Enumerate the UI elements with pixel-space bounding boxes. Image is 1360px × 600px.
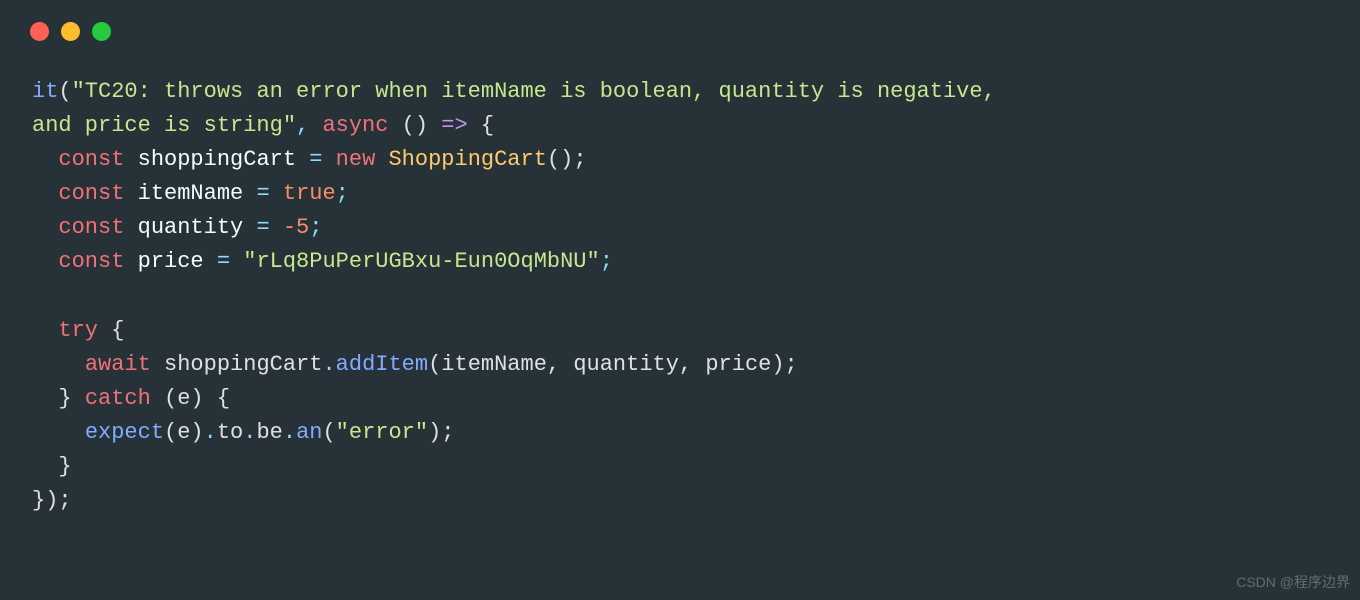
class-shoppingcart: ShoppingCart [388, 147, 546, 172]
var-shoppingcart: shoppingCart [138, 147, 296, 172]
method-additem: addItem [336, 352, 428, 377]
an-close: ); [428, 420, 454, 445]
it-close: }); [32, 488, 72, 513]
val-neg5: -5 [283, 215, 309, 240]
dot2: . [204, 420, 217, 445]
maximize-icon[interactable] [92, 22, 111, 41]
var-itemname: itemName [138, 181, 244, 206]
kw-const-2: const [58, 181, 124, 206]
semi3: ; [309, 215, 322, 240]
ctor-call: (); [547, 147, 587, 172]
str-error: "error" [336, 420, 428, 445]
fn-it: it [32, 79, 58, 104]
kw-const-1: const [58, 147, 124, 172]
kw-try: try [58, 318, 98, 343]
arrow: => [441, 113, 467, 138]
var-price: price [138, 249, 204, 274]
eq2: = [243, 181, 283, 206]
code-content: it("TC20: throws an error when itemName … [8, 45, 1232, 538]
close-icon[interactable] [30, 22, 49, 41]
catch-param: (e) { [164, 386, 230, 411]
expect-arg-open: (e) [164, 420, 204, 445]
dot4: . [283, 420, 296, 445]
brace-open: { [468, 113, 494, 138]
eq3: = [243, 215, 283, 240]
watermark: CSDN @程序边界 [1236, 572, 1350, 594]
val-price-string: "rLq8PuPerUGBxu-Eun0OqMbNU" [243, 249, 599, 274]
fn-expect: expect [85, 420, 164, 445]
arrow-params: () [388, 113, 441, 138]
kw-const-3: const [58, 215, 124, 240]
window-titlebar [8, 8, 1232, 45]
try-close: } [58, 386, 84, 411]
obj-shoppingcart: shoppingCart [164, 352, 322, 377]
eq4: = [204, 249, 244, 274]
dot3: . [243, 420, 256, 445]
comma: , [296, 113, 322, 138]
method-an: an [296, 420, 322, 445]
prop-to: to [217, 420, 243, 445]
kw-catch: catch [85, 386, 151, 411]
test-description-line1: "TC20: throws an error when itemName is … [72, 79, 1009, 104]
kw-async: async [322, 113, 388, 138]
additem-args: (itemName, quantity, price); [428, 352, 798, 377]
semi2: ; [336, 181, 349, 206]
kw-new: new [336, 147, 376, 172]
val-true: true [283, 181, 336, 206]
var-quantity: quantity [138, 215, 244, 240]
minimize-icon[interactable] [61, 22, 80, 41]
dot1: . [322, 352, 335, 377]
code-window: it("TC20: throws an error when itemName … [8, 8, 1232, 538]
paren-open: ( [58, 79, 71, 104]
kw-const-4: const [58, 249, 124, 274]
prop-be: be [256, 420, 282, 445]
catch-close: } [58, 454, 71, 479]
semi4: ; [600, 249, 613, 274]
try-brace: { [111, 318, 124, 343]
eq1: = [296, 147, 336, 172]
kw-await: await [85, 352, 151, 377]
an-open: ( [322, 420, 335, 445]
test-description-line2: and price is string" [32, 113, 296, 138]
